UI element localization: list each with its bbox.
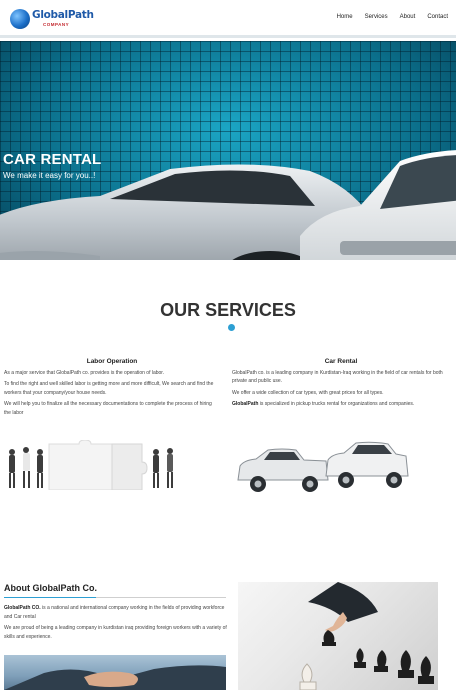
chess-image: [238, 582, 438, 690]
site-header: GlobalPath COMPANY Home Services About C…: [0, 0, 456, 38]
brand-highlight: GlobalPath: [232, 401, 259, 407]
car-rental-paragraph: GlobalPath co. is a leading company in K…: [232, 369, 443, 385]
car-rental-paragraph: We offer a wide collection of car types,…: [232, 389, 384, 396]
labor-paragraph: To find the right and well skilled labor…: [4, 381, 214, 396]
nav-about-link[interactable]: About: [394, 14, 422, 20]
logo-text: GlobalPath: [32, 9, 94, 21]
services-heading: OUR SERVICES: [160, 300, 296, 320]
hero-banner: CAR RENTAL We make it easy for you..!: [0, 41, 456, 260]
about-paragraph: GlobalPath CO. is a national and interna…: [4, 604, 228, 622]
labor-paragraph: We will help you to finalize all the nec…: [4, 401, 212, 416]
about-brand-highlight: GlobalPath CO.: [4, 605, 41, 611]
services-accent-dot: [228, 324, 235, 331]
labor-operation-title: Labor Operation: [86, 358, 138, 365]
nav-home-link[interactable]: Home: [331, 14, 359, 20]
main-nav: Home Services About Contact: [331, 14, 454, 20]
pickup-trucks-image: [237, 441, 409, 492]
car-rental-title: Car Rental: [324, 358, 358, 365]
labor-paragraph: As a major service that GlobalPath co. p…: [4, 369, 165, 376]
about-heading: About GlobalPath Co.: [4, 583, 97, 593]
labor-operation-column: Labor Operation As a major service that …: [4, 358, 220, 420]
car-rental-paragraph-rest: is specialized in pickup trucks rental f…: [258, 401, 415, 407]
hero-title: CAR RENTAL: [3, 151, 102, 168]
car-rental-column: Car Rental GlobalPath co. is a leading c…: [232, 358, 450, 412]
logo[interactable]: GlobalPath COMPANY: [10, 7, 94, 31]
about-paragraph: We are proud of being a leading company …: [4, 625, 227, 640]
puzzle-teamwork-image: [9, 440, 173, 490]
globe-logo-icon: [10, 9, 30, 29]
hero-subtitle: We make it easy for you..!: [3, 171, 96, 180]
car-rental-paragraph: GlobalPath is specialized in pickup truc…: [232, 400, 450, 409]
white-suv-image: [300, 150, 456, 260]
about-divider-accent: [4, 597, 96, 598]
about-text: GlobalPath CO. is a national and interna…: [4, 604, 228, 644]
handshake-image: [4, 655, 226, 690]
nav-services-link[interactable]: Services: [359, 14, 394, 20]
about-divider: [4, 597, 226, 598]
nav-contact-link[interactable]: Contact: [421, 14, 454, 20]
logo-subtext: COMPANY: [43, 22, 70, 27]
